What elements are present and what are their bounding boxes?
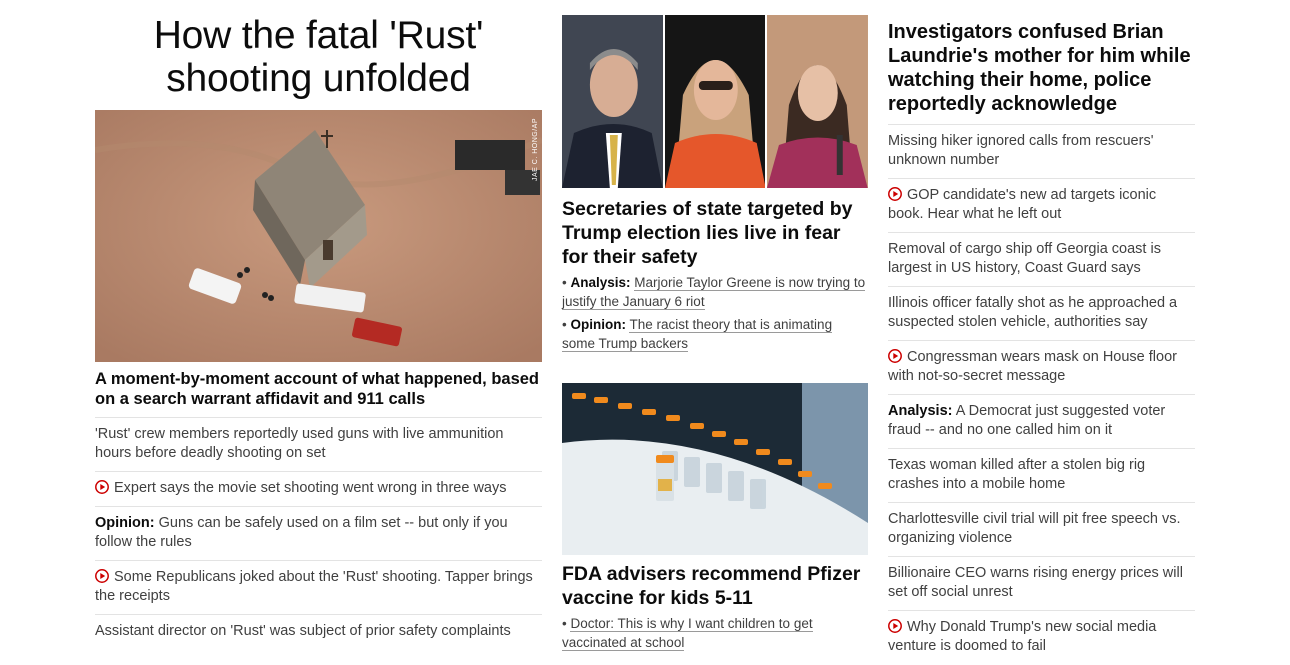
vaccine-photo-illustration <box>562 383 868 555</box>
secretaries-headline[interactable]: Secretaries of state targeted by Trump e… <box>562 197 868 269</box>
headline-text: GOP candidate's new ad targets iconic bo… <box>888 187 1157 222</box>
headline-text: Assistant director on 'Rust' was subject… <box>95 623 511 639</box>
headline-list-item[interactable]: GOP candidate's new ad targets iconic bo… <box>888 179 1195 233</box>
headline-list-item[interactable]: Congressman wears mask on House floor wi… <box>888 341 1195 395</box>
laundrie-headline[interactable]: Investigators confused Brian Laundrie's … <box>888 20 1195 125</box>
related-bullet[interactable]: • Analysis: Marjorie Taylor Greene is no… <box>562 273 868 311</box>
headline-list-item[interactable]: Analysis: A Democrat just suggested vote… <box>888 395 1195 449</box>
photo-credit: JAE C. HONG/AP <box>532 118 539 182</box>
left-related-list: 'Rust' crew members reportedly used guns… <box>95 418 542 649</box>
headline-list-item[interactable]: Texas woman killed after a stolen big ri… <box>888 449 1195 503</box>
vaccine-headline[interactable]: FDA advisers recommend Pfizer vaccine fo… <box>562 562 868 610</box>
headline-text: Missing hiker ignored calls from rescuer… <box>888 133 1154 168</box>
headline-text: Removal of cargo ship off Georgia coast … <box>888 241 1161 276</box>
related-bullet[interactable]: • Doctor: This is why I want children to… <box>562 614 868 652</box>
headline-list-item[interactable]: Some Republicans joked about the 'Rust' … <box>95 561 542 615</box>
headline-list-item[interactable]: Billionaire CEO warns rising energy pric… <box>888 557 1195 611</box>
headline-list-item[interactable]: Charlottesville civil trial will pit fre… <box>888 503 1195 557</box>
headline-list-item[interactable]: Assistant director on 'Rust' was subject… <box>95 615 542 649</box>
headline-list-item[interactable]: Removal of cargo ship off Georgia coast … <box>888 233 1195 287</box>
right-headline-list: Missing hiker ignored calls from rescuer… <box>888 125 1195 664</box>
portrait-left-photo <box>562 15 663 188</box>
right-column: Investigators confused Brian Laundrie's … <box>888 20 1195 664</box>
headline-text: Why Donald Trump's new social media vent… <box>888 619 1157 654</box>
portrait-right-photo <box>767 15 869 188</box>
rust-church-aerial-photo[interactable]: JAE C. HONG/AP <box>95 110 542 362</box>
play-circle-icon <box>95 480 109 494</box>
headline-list-item[interactable]: Why Donald Trump's new social media vent… <box>888 611 1195 664</box>
headline-text: Charlottesville civil trial will pit fre… <box>888 511 1181 546</box>
middle-column: Secretaries of state targeted by Trump e… <box>562 15 869 652</box>
vaccine-related-list: • Doctor: This is why I want children to… <box>562 614 868 652</box>
headline-list-item[interactable]: Expert says the movie set shooting went … <box>95 472 542 507</box>
secretaries-related-list: • Analysis: Marjorie Taylor Greene is no… <box>562 273 868 353</box>
play-circle-icon <box>888 619 902 633</box>
headline-list-item[interactable]: Opinion: Guns can be safely used on a fi… <box>95 507 542 561</box>
headline-text: Illinois officer fatally shot as he appr… <box>888 295 1178 330</box>
label-prefix: Analysis: <box>570 275 631 290</box>
secretaries-photo-triptych[interactable] <box>562 15 869 188</box>
headline-text: Billionaire CEO warns rising energy pric… <box>888 565 1183 600</box>
headline-text: 'Rust' crew members reportedly used guns… <box>95 426 504 461</box>
label-prefix: Opinion: <box>570 317 626 332</box>
headline-text: Texas woman killed after a stolen big ri… <box>888 457 1146 492</box>
headline-list-item[interactable]: Missing hiker ignored calls from rescuer… <box>888 125 1195 179</box>
headline-list-item[interactable]: Illinois officer fatally shot as he appr… <box>888 287 1195 341</box>
headline-list-item[interactable]: 'Rust' crew members reportedly used guns… <box>95 418 542 472</box>
left-column: How the fatal 'Rust' shooting unfolded J… <box>95 14 542 649</box>
headline-text: Some Republicans joked about the 'Rust' … <box>95 569 533 604</box>
headline-text: Expert says the movie set shooting went … <box>114 480 507 496</box>
headline-text: Congressman wears mask on House floor wi… <box>888 349 1177 384</box>
related-bullet[interactable]: • Opinion: The racist theory that is ani… <box>562 315 868 353</box>
rust-photo-illustration <box>95 110 542 362</box>
play-circle-icon <box>888 187 902 201</box>
lead-headline[interactable]: How the fatal 'Rust' shooting unfolded <box>95 14 542 100</box>
lead-subheadline[interactable]: A moment-by-moment account of what happe… <box>95 369 542 418</box>
label-prefix: Analysis: <box>888 403 953 419</box>
related-link-text[interactable]: Doctor: This is why I want children to g… <box>562 616 813 651</box>
play-circle-icon <box>95 569 109 583</box>
vaccine-vials-photo[interactable] <box>562 383 868 555</box>
label-prefix: Opinion: <box>95 515 155 531</box>
headline-text: Guns can be safely used on a film set --… <box>95 515 508 550</box>
portrait-middle-photo <box>664 15 766 188</box>
play-circle-icon <box>888 349 902 363</box>
